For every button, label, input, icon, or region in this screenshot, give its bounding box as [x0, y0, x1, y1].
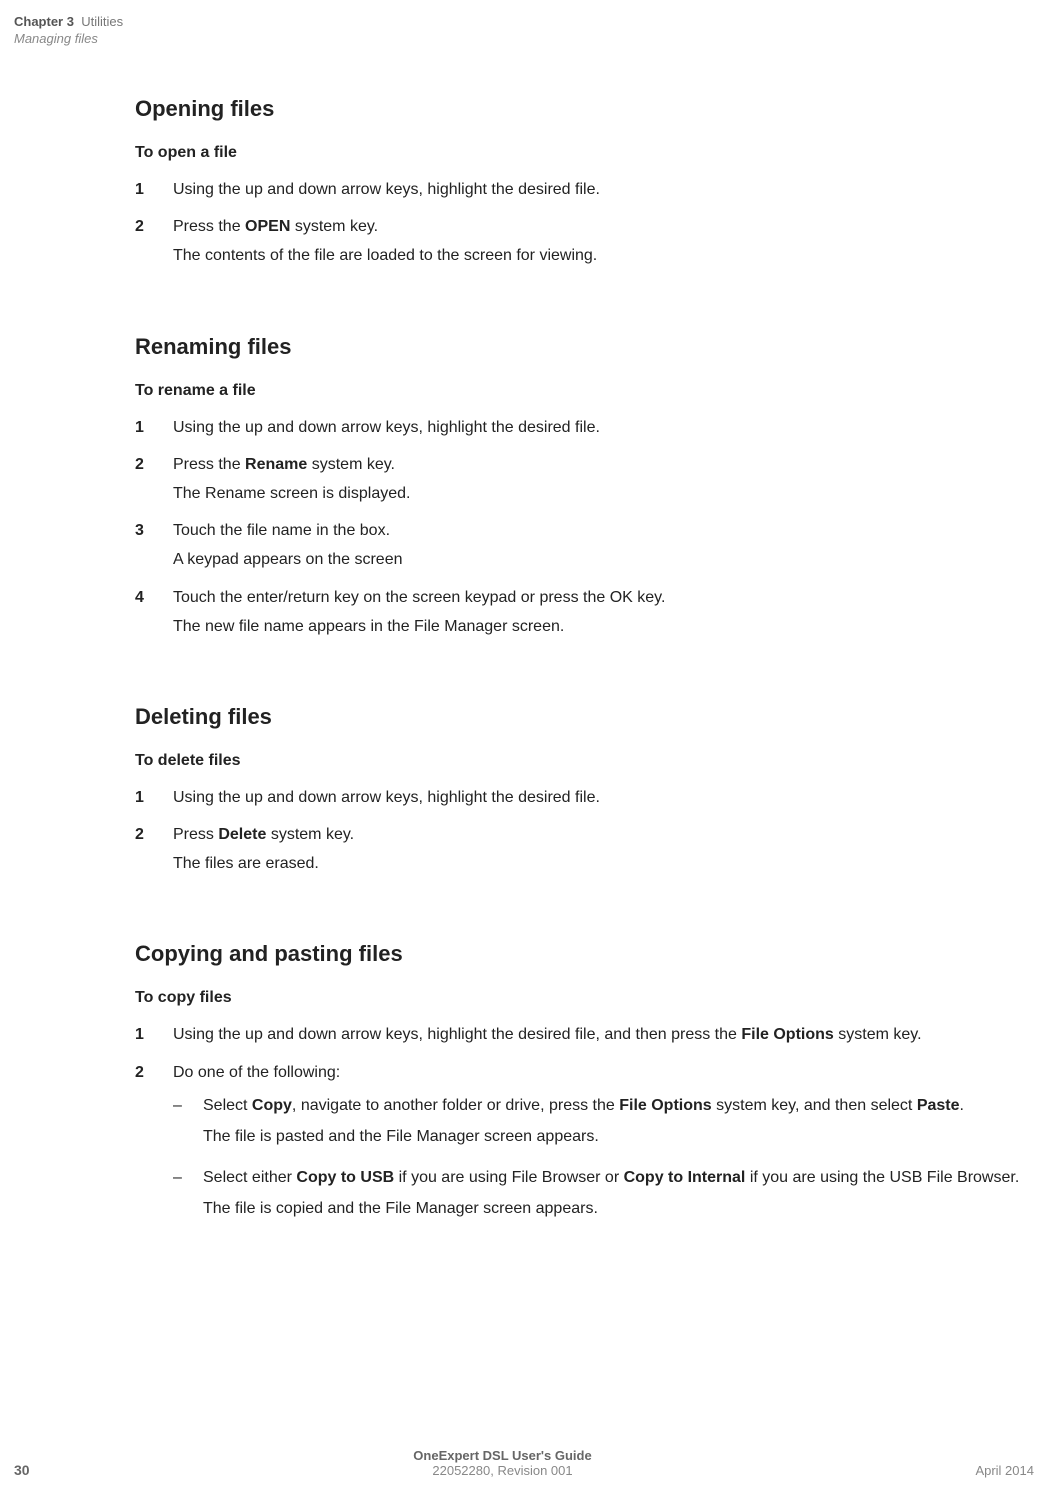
bullet-dash: –: [173, 1094, 203, 1156]
step-text: Press the Rename system key.: [173, 453, 1038, 476]
step-text: Using the up and down arrow keys, highli…: [173, 1023, 1038, 1046]
sub-bullet: – Select either Copy to USB if you are u…: [173, 1166, 1038, 1228]
step-text: Using the up and down arrow keys, highli…: [173, 178, 1038, 201]
bullet-text: Select either Copy to USB if you are usi…: [203, 1166, 1038, 1189]
step-body: Using the up and down arrow keys, highli…: [173, 178, 1038, 201]
bullet-result: The file is copied and the File Manager …: [203, 1197, 1038, 1220]
step-body: Do one of the following: – Select Copy, …: [173, 1061, 1038, 1235]
step-number: 2: [135, 453, 173, 505]
step-row: 1 Using the up and down arrow keys, high…: [135, 178, 1038, 201]
step-body: Using the up and down arrow keys, highli…: [173, 786, 1038, 809]
step-number: 1: [135, 1023, 173, 1046]
guide-title: OneExpert DSL User's Guide: [413, 1448, 591, 1463]
step-number: 1: [135, 416, 173, 439]
step-body: Using the up and down arrow keys, highli…: [173, 1023, 1038, 1046]
step-row: 1 Using the up and down arrow keys, high…: [135, 786, 1038, 809]
step-row: 4 Touch the enter/return key on the scre…: [135, 586, 1038, 638]
footer-date: April 2014: [975, 1463, 1034, 1478]
page-header: Chapter 3 Utilities Managing files: [0, 0, 1048, 46]
sub-heading-open-file: To open a file: [135, 144, 1038, 162]
step-text: Using the up and down arrow keys, highli…: [173, 786, 1038, 809]
step-number: 1: [135, 178, 173, 201]
page-content: Opening files To open a file 1 Using the…: [0, 46, 1048, 1235]
section-heading-deleting: Deleting files: [135, 704, 1038, 730]
step-body: Press the Rename system key. The Rename …: [173, 453, 1038, 505]
step-result: The files are erased.: [173, 852, 1038, 875]
bullet-body: Select Copy, navigate to another folder …: [203, 1094, 1038, 1156]
step-body: Touch the file name in the box. A keypad…: [173, 519, 1038, 571]
footer-center: OneExpert DSL User's Guide 22052280, Rev…: [413, 1448, 591, 1478]
step-number: 4: [135, 586, 173, 638]
bullet-text: Select Copy, navigate to another folder …: [203, 1094, 1038, 1117]
page-footer: 30 OneExpert DSL User's Guide 22052280, …: [0, 1448, 1048, 1478]
page-number: 30: [14, 1462, 30, 1478]
step-number: 3: [135, 519, 173, 571]
bullet-body: Select either Copy to USB if you are usi…: [203, 1166, 1038, 1228]
sub-heading-delete-files: To delete files: [135, 752, 1038, 770]
step-body: Press Delete system key. The files are e…: [173, 823, 1038, 875]
step-result: The new file name appears in the File Ma…: [173, 615, 1038, 638]
step-result: The Rename screen is displayed.: [173, 482, 1038, 505]
step-row: 2 Do one of the following: – Select Copy…: [135, 1061, 1038, 1235]
chapter-title: Utilities: [81, 14, 123, 29]
step-row: 2 Press Delete system key. The files are…: [135, 823, 1038, 875]
step-number: 2: [135, 823, 173, 875]
step-text: Touch the file name in the box.: [173, 519, 1038, 542]
chapter-line: Chapter 3 Utilities: [14, 14, 1048, 29]
sub-heading-rename-file: To rename a file: [135, 382, 1038, 400]
doc-id: 22052280, Revision 001: [413, 1463, 591, 1478]
step-text: Press the OPEN system key.: [173, 215, 1038, 238]
section-heading-opening: Opening files: [135, 96, 1038, 122]
step-text: Press Delete system key.: [173, 823, 1038, 846]
section-heading-renaming: Renaming files: [135, 334, 1038, 360]
step-text: Using the up and down arrow keys, highli…: [173, 416, 1038, 439]
step-number: 2: [135, 215, 173, 267]
step-row: 2 Press the OPEN system key. The content…: [135, 215, 1038, 267]
step-result: A keypad appears on the screen: [173, 548, 1038, 571]
header-subtitle: Managing files: [14, 31, 1048, 46]
sub-bullet: – Select Copy, navigate to another folde…: [173, 1094, 1038, 1156]
section-heading-copying: Copying and pasting files: [135, 941, 1038, 967]
step-body: Using the up and down arrow keys, highli…: [173, 416, 1038, 439]
step-number: 1: [135, 786, 173, 809]
bullet-dash: –: [173, 1166, 203, 1228]
step-row: 1 Using the up and down arrow keys, high…: [135, 1023, 1038, 1046]
chapter-label: Chapter 3: [14, 14, 74, 29]
sub-heading-copy-files: To copy files: [135, 989, 1038, 1007]
step-row: 3 Touch the file name in the box. A keyp…: [135, 519, 1038, 571]
step-row: 2 Press the Rename system key. The Renam…: [135, 453, 1038, 505]
step-body: Touch the enter/return key on the screen…: [173, 586, 1038, 638]
step-body: Press the OPEN system key. The contents …: [173, 215, 1038, 267]
step-number: 2: [135, 1061, 173, 1235]
step-text: Do one of the following:: [173, 1061, 1038, 1084]
step-row: 1 Using the up and down arrow keys, high…: [135, 416, 1038, 439]
bullet-result: The file is pasted and the File Manager …: [203, 1125, 1038, 1148]
step-text: Touch the enter/return key on the screen…: [173, 586, 1038, 609]
step-result: The contents of the file are loaded to t…: [173, 244, 1038, 267]
